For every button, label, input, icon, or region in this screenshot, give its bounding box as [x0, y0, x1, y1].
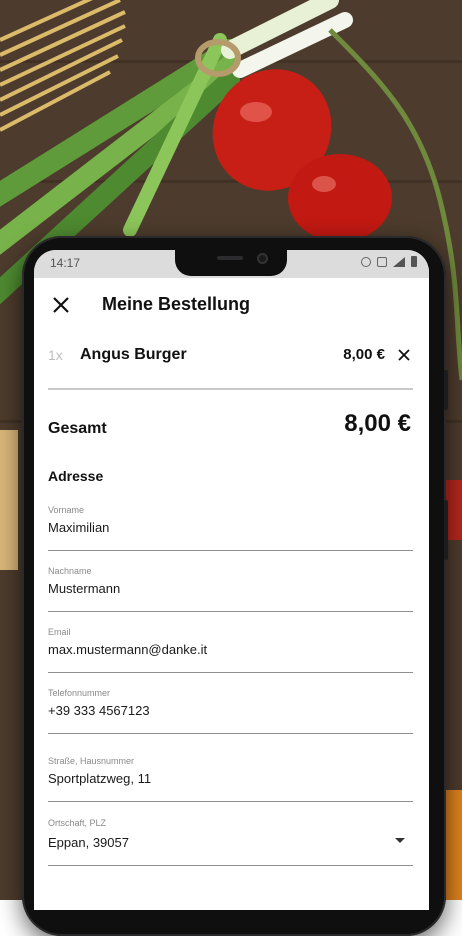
field-label: Ortschaft, PLZ	[48, 818, 107, 828]
app-screen: 14:17 Meine Bestellung 1x Angus Burger 8…	[34, 250, 429, 910]
field-underline	[48, 671, 413, 673]
field-label: Nachname	[48, 566, 92, 576]
battery-icon	[411, 256, 417, 267]
field-value: Maximilian	[48, 520, 110, 535]
field-value: Sportplatzweg, 11	[48, 771, 152, 786]
status-icons	[361, 256, 417, 267]
item-price: 8,00 €	[343, 346, 385, 363]
address-section-title: Adresse	[48, 468, 104, 484]
field-value: Mustermann	[48, 581, 121, 596]
first-name-field[interactable]: Vorname Maximilian	[48, 505, 413, 551]
vibrate-icon	[377, 256, 387, 267]
email-field[interactable]: Email max.mustermann@danke.it	[48, 627, 413, 673]
last-name-field[interactable]: Nachname Mustermann	[48, 566, 413, 612]
speaker-grille	[217, 256, 243, 260]
item-name: Angus Burger	[80, 346, 187, 363]
total-label: Gesamt	[48, 420, 107, 437]
field-value: +39 333 4567123	[48, 703, 150, 718]
front-camera	[257, 253, 268, 264]
total-value: 8,00 €	[344, 410, 411, 437]
street-field[interactable]: Straße, Hausnummer Sportplatzweg, 11	[48, 756, 413, 802]
field-label: Email	[48, 627, 71, 637]
field-underline	[48, 864, 413, 866]
field-underline	[48, 800, 413, 802]
divider	[48, 388, 413, 390]
status-time: 14:17	[50, 256, 81, 270]
field-underline	[48, 610, 413, 612]
field-label: Vorname	[48, 505, 85, 515]
city-postcode-select[interactable]: Ortschaft, PLZ Eppan, 39057	[48, 818, 413, 866]
camera-notch	[175, 250, 287, 276]
field-value: max.mustermann@danke.it	[48, 642, 208, 657]
phone-side-button	[444, 370, 448, 410]
field-label: Straße, Hausnummer	[48, 756, 135, 766]
status-bar: 14:17	[34, 250, 429, 278]
close-icon[interactable]	[50, 294, 72, 316]
remove-item-icon[interactable]	[397, 348, 411, 362]
item-quantity: 1x	[48, 347, 63, 363]
field-value: Eppan, 39057	[48, 835, 129, 850]
signal-icon	[393, 256, 405, 267]
field-label: Telefonnummer	[48, 688, 111, 698]
order-item-row: 1x Angus Burger 8,00 €	[34, 342, 429, 382]
app-header: Meine Bestellung	[34, 278, 429, 336]
phone-number-field[interactable]: Telefonnummer +39 333 4567123	[48, 688, 413, 734]
page-title: Meine Bestellung	[102, 294, 251, 314]
phone-volume-button	[444, 500, 448, 560]
field-underline	[48, 732, 413, 734]
field-underline	[48, 549, 413, 551]
alarm-icon	[361, 256, 371, 267]
dropdown-arrow-icon[interactable]	[395, 838, 405, 843]
